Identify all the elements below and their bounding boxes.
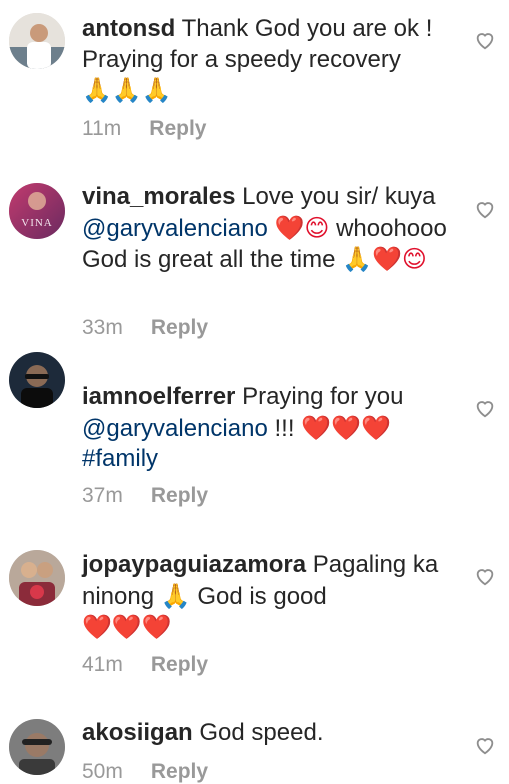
like-heart-icon[interactable] bbox=[474, 29, 496, 51]
like-heart-icon[interactable] bbox=[474, 565, 496, 587]
comment-timestamp: 37m bbox=[82, 484, 123, 507]
comment-meta: 50m Reply bbox=[82, 760, 208, 784]
avatar[interactable] bbox=[9, 550, 65, 606]
mention-link[interactable]: @garyvalenciano bbox=[82, 215, 268, 242]
avatar[interactable] bbox=[9, 13, 65, 69]
avatar[interactable]: VINA bbox=[9, 183, 65, 239]
reply-button[interactable]: Reply bbox=[151, 653, 208, 676]
comment-body: God speed. bbox=[199, 719, 324, 746]
reply-button[interactable]: Reply bbox=[149, 117, 206, 140]
comment-body-2: God is good bbox=[197, 582, 327, 610]
comment-timestamp: 41m bbox=[82, 653, 123, 676]
comment-text: iamnoelferrer Praying for you @garyvalen… bbox=[82, 382, 467, 475]
comment-body: Love you sir/ kuya bbox=[242, 183, 436, 210]
comment-text: antonsd Thank God you are ok ! Praying f… bbox=[82, 14, 467, 107]
comment-username[interactable]: akosiigan bbox=[82, 719, 193, 746]
heart-emoji: ❤️❤️❤️ bbox=[301, 413, 391, 442]
comment-timestamp: 50m bbox=[82, 760, 123, 783]
comment-meta: 41m Reply bbox=[82, 653, 208, 677]
comment-body-2: !!! bbox=[274, 414, 295, 442]
heart-smile-emoji: ❤️😊 bbox=[274, 213, 330, 242]
reply-button[interactable]: Reply bbox=[151, 316, 208, 339]
avatar[interactable] bbox=[9, 352, 65, 408]
comment-meta: 33m Reply bbox=[82, 316, 208, 340]
comment-timestamp: 33m bbox=[82, 316, 123, 339]
reply-button[interactable]: Reply bbox=[151, 484, 208, 507]
comment-username[interactable]: antonsd bbox=[82, 15, 175, 42]
comment-username[interactable]: iamnoelferrer bbox=[82, 383, 235, 410]
reply-button[interactable]: Reply bbox=[151, 760, 208, 783]
mention-link[interactable]: @garyvalenciano bbox=[82, 415, 268, 442]
comment-meta: 37m Reply bbox=[82, 484, 208, 508]
heart-emoji: ❤️❤️❤️ bbox=[82, 613, 172, 641]
comment-text: akosiigan God speed. bbox=[82, 718, 467, 749]
comment-body: Praying for you bbox=[242, 383, 404, 410]
hashtag-link[interactable]: #family bbox=[82, 445, 158, 472]
pray-emoji: 🙏 bbox=[160, 581, 191, 610]
pray-emoji: 🙏🙏🙏 bbox=[82, 76, 172, 104]
comment-username[interactable]: vina_morales bbox=[82, 183, 235, 210]
comment-timestamp: 11m bbox=[82, 117, 122, 140]
comment-text: jopaypaguiazamora Pagaling ka ninong 🙏 G… bbox=[82, 550, 467, 644]
comment-text: vina_morales Love you sir/ kuya @garyval… bbox=[82, 182, 467, 276]
like-heart-icon[interactable] bbox=[474, 734, 496, 756]
comment-meta: 11m Reply bbox=[82, 117, 206, 141]
avatar[interactable] bbox=[9, 719, 65, 775]
like-heart-icon[interactable] bbox=[474, 198, 496, 220]
avatar-label: VINA bbox=[21, 217, 53, 229]
comment-username[interactable]: jopaypaguiazamora bbox=[82, 551, 306, 578]
like-heart-icon[interactable] bbox=[474, 397, 496, 419]
pray-heart-smile-emoji: 🙏❤️😊 bbox=[342, 245, 427, 273]
